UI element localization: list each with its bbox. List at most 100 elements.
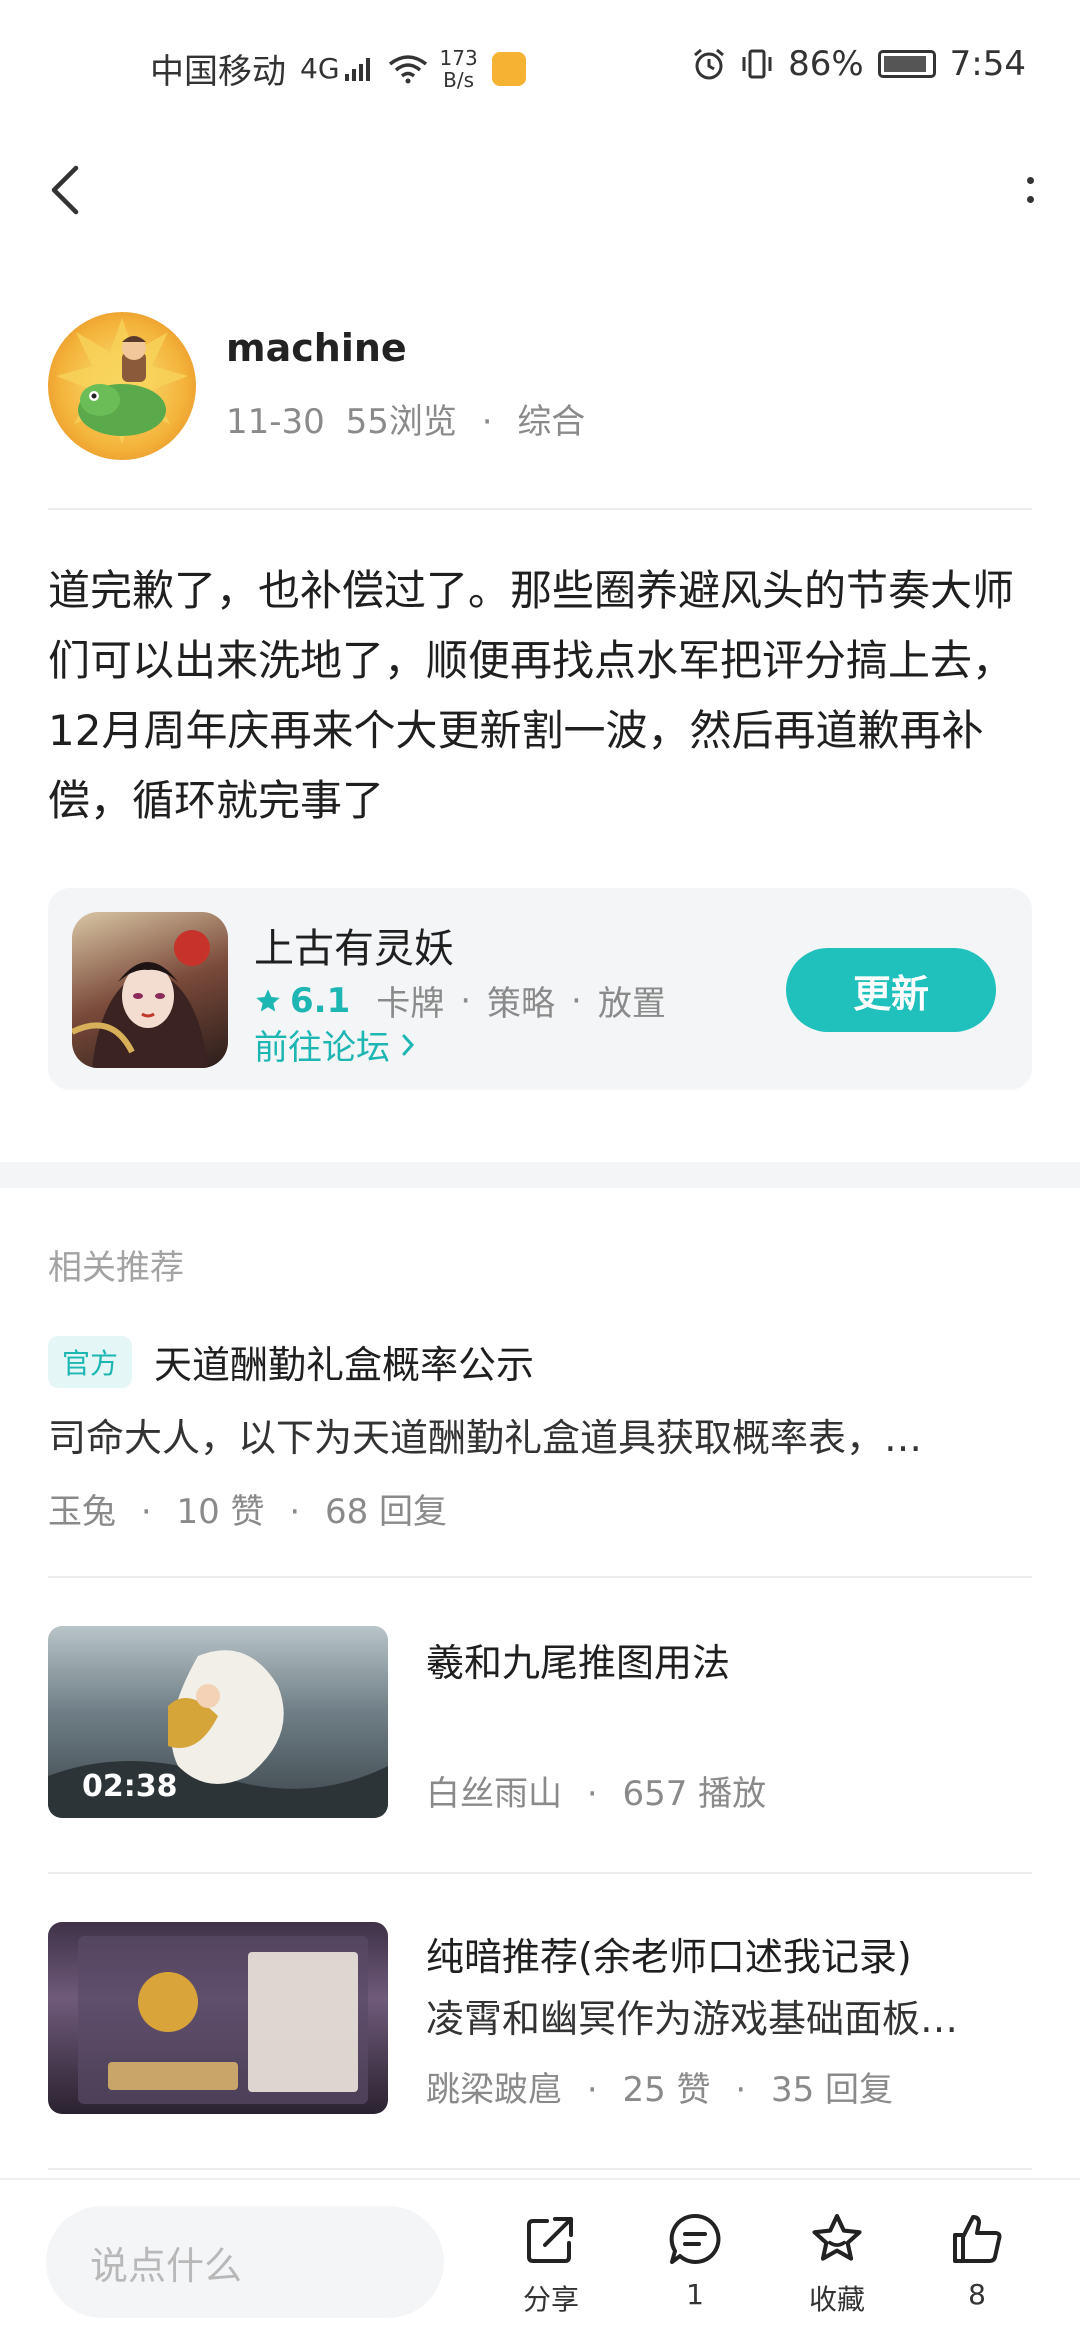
game-tag: 策略 — [487, 984, 556, 1024]
chevron-left-icon — [51, 165, 79, 215]
list-item-meta: 玉兔 · 10 赞 · 68 回复 — [48, 1484, 1032, 1533]
update-button[interactable]: 更新 — [786, 948, 996, 1032]
post-views: 55浏览 — [345, 402, 457, 442]
item-replies: 35 回复 — [770, 2070, 894, 2110]
post-body: 道完歉了，也补偿过了。那些圈养避风头的节奏大师们可以出来洗地了，顺便再找点水军把… — [48, 566, 1015, 825]
game-icon[interactable] — [72, 912, 228, 1068]
vibrate-icon — [742, 49, 772, 79]
item-replies: 68 回复 — [324, 1492, 448, 1532]
item-author: 跳梁跛扈 — [426, 2070, 562, 2110]
post-thumbnail[interactable] — [48, 1922, 388, 2114]
item-author: 白丝雨山 — [426, 1774, 562, 1814]
meta-separator: · — [586, 1774, 598, 1814]
section-title: 相关推荐 — [48, 1248, 184, 1288]
post-date: 11-30 — [226, 402, 325, 442]
avatar-illustration — [56, 318, 188, 444]
chevron-right-icon — [402, 1034, 415, 1055]
tag-separator: · — [460, 980, 472, 1021]
more-options-button[interactable] — [1010, 158, 1050, 222]
item-likes: 25 赞 — [622, 2070, 711, 2110]
tag-separator: · — [571, 980, 582, 1021]
bottom-action-bar: 说点什么 分享 1 收藏 8 — [0, 2178, 1080, 2340]
comment-input[interactable]: 说点什么 — [46, 2206, 444, 2318]
section-divider — [0, 1162, 1080, 1188]
battery-icon — [877, 50, 936, 78]
status-left: 中国移动 4G 173 B/s — [150, 44, 526, 93]
star-filled-icon — [256, 988, 280, 1011]
item-plays: 657 播放 — [622, 1774, 767, 1814]
list-item-title: 纯暗推荐(余老师口述我记录) — [426, 1935, 912, 1979]
divider — [48, 2168, 1032, 2170]
game-icon-illustration — [72, 930, 210, 1068]
author-header: machine 11-30 55浏览 · 综合 — [48, 312, 1032, 462]
list-item-title: 天道酬勤礼盒概率公示 — [154, 1343, 535, 1387]
star-icon — [812, 2213, 862, 2261]
alarm-icon — [694, 48, 725, 80]
like-button[interactable]: 8 — [922, 2208, 1032, 2311]
carrier-label: 中国移动 — [150, 52, 286, 92]
meta-separator: · — [140, 1492, 152, 1532]
forum-link[interactable]: 前往论坛 — [254, 1020, 420, 1069]
list-item-header: 官方 天道酬勤礼盒概率公示 — [48, 1334, 1032, 1389]
meta-separator: · — [289, 1492, 301, 1532]
rating-value: 6.1 — [290, 980, 351, 1021]
back-button[interactable] — [42, 158, 90, 222]
list-item[interactable]: 纯暗推荐(余老师口述我记录) 凌霄和幽冥作为游戏基础面板… 跳梁跛扈 · 25 … — [48, 1922, 1032, 2114]
share-icon — [527, 2217, 573, 2263]
video-duration: 02:38 — [82, 1769, 178, 1804]
game-rating: 6.1 — [254, 981, 350, 1021]
app-notification-icon — [491, 51, 526, 86]
signal-icon — [344, 57, 370, 81]
comment-count: 1 — [686, 2278, 704, 2311]
share-label: 分享 — [522, 2283, 579, 2316]
speed-unit: B/s — [443, 67, 475, 92]
game-tag: 卡牌 — [376, 984, 445, 1024]
list-item-meta: 跳梁跛扈 · 25 赞 · 35 回复 — [426, 2062, 893, 2111]
network-type: 4G — [300, 52, 340, 85]
item-author: 玉兔 — [48, 1492, 116, 1532]
like-count: 8 — [968, 2278, 986, 2311]
status-right: 86% 7:54 — [692, 44, 1026, 84]
favorite-button[interactable]: 收藏 — [782, 2208, 892, 2318]
game-tag: 放置 — [597, 984, 666, 1024]
battery-percent: 86% — [788, 44, 864, 84]
divider — [48, 508, 1032, 510]
item-likes: 10 赞 — [176, 1492, 265, 1532]
official-badge: 官方 — [48, 1335, 133, 1388]
thumbnail-illustration — [78, 1936, 368, 2104]
video-thumbnail[interactable]: 02:38 — [48, 1626, 388, 1818]
list-item-desc: 司命大人，以下为天道酬勤礼盒道具获取概率表，… — [48, 1416, 923, 1460]
author-name[interactable]: machine — [226, 326, 407, 370]
network-speed: 173 B/s — [440, 47, 478, 91]
game-card[interactable]: 上古有灵妖 6.1 卡牌 · 策略 · 放置 前往论坛 更新 — [48, 888, 1032, 1090]
meta-separator: · — [735, 2070, 747, 2110]
comment-button[interactable]: 1 — [640, 2208, 750, 2311]
game-name[interactable]: 上古有灵妖 — [254, 916, 454, 974]
post-category: 综合 — [517, 402, 586, 442]
dot-icon — [1026, 196, 1034, 203]
status-bar: 中国移动 4G 173 B/s 86% 7:54 — [0, 0, 1080, 130]
favorite-label: 收藏 — [808, 2283, 865, 2316]
post-meta: 11-30 55浏览 · 综合 — [226, 394, 585, 443]
comment-placeholder: 说点什么 — [90, 2243, 243, 2288]
meta-separator: · — [586, 2070, 598, 2110]
avatar[interactable] — [48, 312, 196, 460]
divider — [48, 1872, 1032, 1874]
thumbs-up-icon — [953, 2215, 1002, 2263]
clock-time: 7:54 — [949, 44, 1026, 84]
forum-link-label: 前往论坛 — [254, 1028, 390, 1068]
share-button[interactable]: 分享 — [496, 2208, 606, 2318]
list-item-desc: 凌霄和幽冥作为游戏基础面板… — [426, 1997, 959, 2041]
comment-icon — [669, 2213, 721, 2264]
list-item[interactable]: 官方 天道酬勤礼盒概率公示 司命大人，以下为天道酬勤礼盒道具获取概率表，… 玉兔… — [48, 1334, 1032, 1533]
game-meta: 6.1 卡牌 · 策略 · 放置 — [254, 976, 666, 1025]
speed-value: 173 — [439, 45, 478, 70]
dot-icon — [1026, 177, 1034, 184]
divider — [48, 1576, 1032, 1578]
wifi-icon — [388, 54, 427, 83]
list-item-title: 羲和九尾推图用法 — [426, 1641, 731, 1685]
list-item[interactable]: 02:38 羲和九尾推图用法 白丝雨山 · 657 播放 — [48, 1626, 1032, 1818]
list-item-meta: 白丝雨山 · 657 播放 — [426, 1766, 766, 1815]
top-nav — [0, 150, 1080, 230]
meta-separator: · — [481, 402, 493, 442]
